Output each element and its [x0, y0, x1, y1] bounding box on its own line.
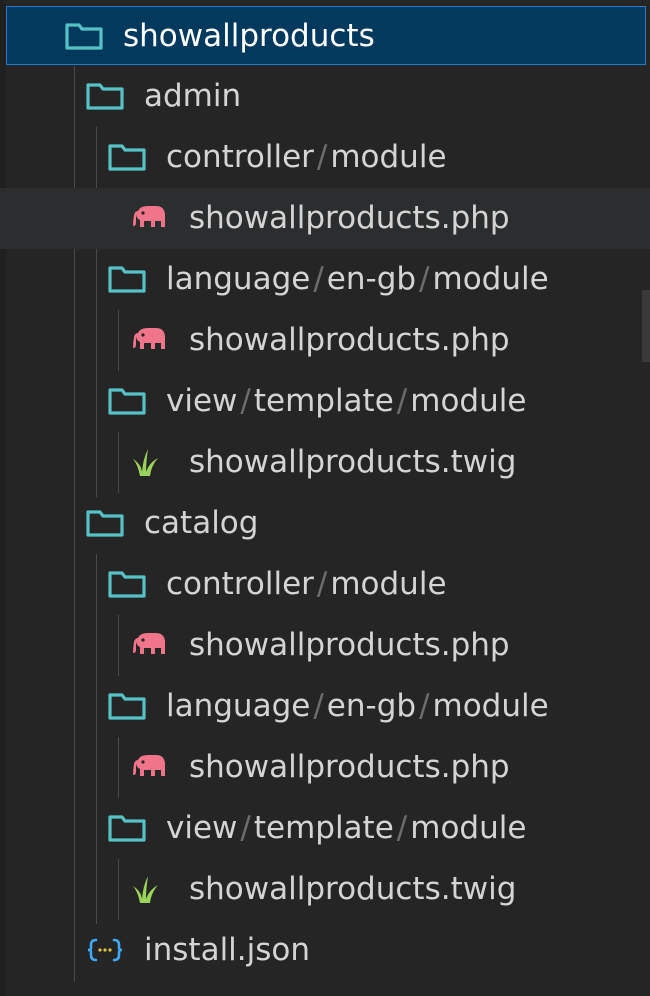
- path-separator: /: [240, 383, 251, 419]
- path-separator: /: [419, 688, 430, 724]
- folder-icon: [86, 83, 124, 110]
- file-explorer-tree: showallproducts admin controller/module …: [0, 0, 650, 996]
- path-separator: /: [396, 383, 408, 419]
- folder-icon: [108, 388, 146, 415]
- path-separator: /: [396, 810, 408, 846]
- twig-grass-icon: [133, 876, 158, 903]
- path-segment: language: [166, 688, 311, 724]
- tree-item-label: showallproducts: [123, 18, 375, 54]
- tree-item-admin-controller-file[interactable]: showallproducts.php: [0, 188, 650, 249]
- tree-item-label: catalog: [144, 505, 259, 541]
- tree-item-catalog-language-file[interactable]: showallproducts.php: [0, 737, 650, 798]
- path-segment: module: [410, 810, 527, 846]
- tree-item-catalog-language-module[interactable]: language/en-gb/module: [0, 676, 650, 737]
- path-segment: template: [253, 383, 394, 419]
- php-elephant-icon: [133, 633, 165, 654]
- path-separator: /: [419, 261, 430, 297]
- folder-icon: [108, 571, 146, 598]
- folder-icon: [108, 266, 146, 293]
- path-segment: view: [166, 810, 238, 846]
- php-elephant-icon: [133, 206, 165, 227]
- folder-icon: [108, 144, 146, 171]
- path-segment: module: [410, 383, 527, 419]
- php-elephant-icon: [133, 328, 165, 349]
- path-segment: template: [253, 810, 394, 846]
- tree-item-admin[interactable]: admin: [0, 66, 650, 127]
- path-segment: controller: [166, 566, 314, 602]
- path-segment: controller: [166, 139, 314, 175]
- tree-item-install-json[interactable]: install.json: [0, 920, 650, 981]
- path-separator: /: [316, 139, 328, 175]
- tree-item-label: showallproducts.twig: [189, 444, 517, 480]
- tree-item-label: language/en-gb/module: [166, 249, 549, 310]
- path-segment: module: [330, 139, 447, 175]
- tree-item-label: showallproducts.php: [189, 200, 510, 236]
- path-separator: /: [316, 566, 328, 602]
- scrollbar-thumb[interactable]: [642, 290, 650, 362]
- folder-icon: [65, 23, 103, 50]
- path-segment: view: [166, 383, 238, 419]
- folder-icon: [108, 815, 146, 842]
- tree-item-label: showallproducts.php: [189, 322, 510, 358]
- tree-item-catalog[interactable]: catalog: [0, 493, 650, 554]
- tree-item-label: showallproducts.php: [189, 749, 510, 785]
- tree-item-label: language/en-gb/module: [166, 676, 549, 737]
- tree-item-admin-view-module[interactable]: view/template/module: [0, 371, 650, 432]
- twig-grass-icon: [133, 449, 158, 476]
- path-segment: en-gb: [326, 688, 417, 724]
- path-separator: /: [240, 810, 251, 846]
- tree-item-admin-language-file[interactable]: showallproducts.php: [0, 310, 650, 371]
- tree-item-label: admin: [144, 78, 242, 114]
- path-segment: language: [166, 261, 311, 297]
- tree-item-admin-controller-module[interactable]: controller/module: [0, 127, 650, 188]
- tree-item-admin-view-file[interactable]: showallproducts.twig: [0, 432, 650, 493]
- tree-item-label: view/template/module: [166, 371, 526, 432]
- path-segment: module: [432, 261, 549, 297]
- tree-item-label: controller/module: [166, 127, 447, 188]
- tree-item-label: view/template/module: [166, 798, 526, 859]
- path-segment: module: [432, 688, 549, 724]
- path-segment: module: [330, 566, 447, 602]
- php-elephant-icon: [133, 755, 165, 776]
- json-icon: [87, 938, 123, 962]
- path-separator: /: [313, 261, 324, 297]
- tree-item-label: install.json: [144, 932, 311, 968]
- tree-item-label: showallproducts.php: [189, 627, 510, 663]
- tree-item-label: showallproducts.twig: [189, 871, 517, 907]
- tree-item-catalog-view-file[interactable]: showallproducts.twig: [0, 859, 650, 920]
- folder-icon: [86, 510, 124, 537]
- tree-item-label: controller/module: [166, 554, 447, 615]
- folder-icon: [108, 693, 146, 720]
- path-separator: /: [313, 688, 324, 724]
- tree-item-catalog-controller-module[interactable]: controller/module: [0, 554, 650, 615]
- tree-item-catalog-view-module[interactable]: view/template/module: [0, 798, 650, 859]
- path-segment: en-gb: [326, 261, 417, 297]
- tree-item-showallproducts[interactable]: showallproducts: [6, 6, 646, 65]
- tree-item-admin-language-module[interactable]: language/en-gb/module: [0, 249, 650, 310]
- tree-item-catalog-controller-file[interactable]: showallproducts.php: [0, 615, 650, 676]
